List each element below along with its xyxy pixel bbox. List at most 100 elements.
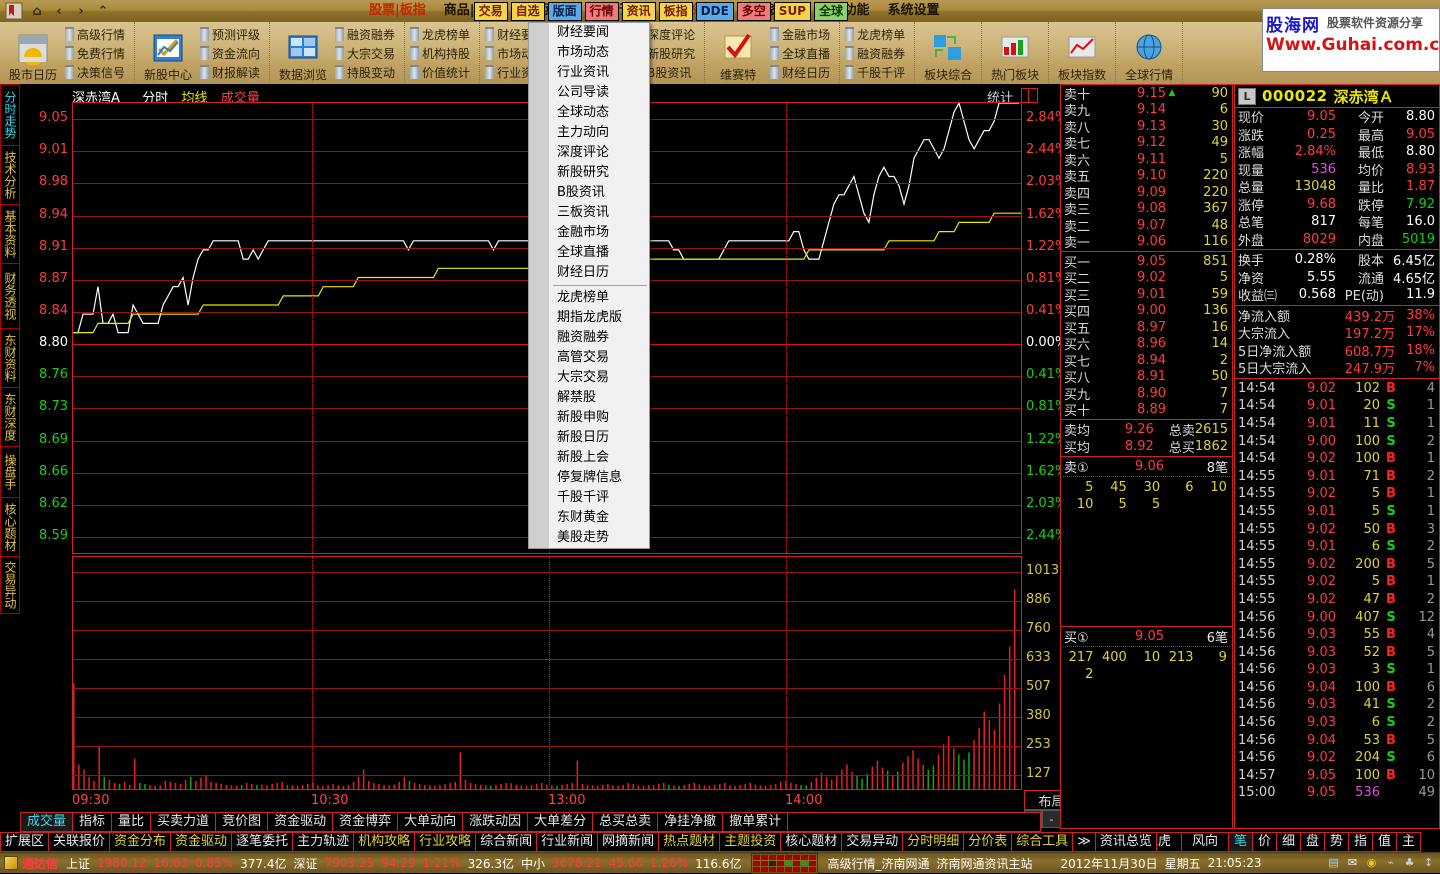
- feature-tab-16[interactable]: 分价表: [963, 832, 1013, 852]
- dropdown-item-1[interactable]: 市场动态: [529, 43, 649, 63]
- menu-item-stocks[interactable]: 股票|板指: [360, 0, 435, 22]
- market-heatmap-icon[interactable]: [751, 852, 819, 874]
- feature-tab-19[interactable]: 资讯总览: [1094, 832, 1157, 852]
- zoom-out-button[interactable]: -: [1042, 810, 1061, 828]
- feature-tab-11[interactable]: 热点题材: [658, 832, 721, 852]
- up-icon[interactable]: ⌃: [92, 1, 114, 21]
- ribbon-command-7-0[interactable]: 金融市场: [770, 25, 834, 44]
- feature-tab-13[interactable]: 核心题材: [780, 832, 843, 852]
- indicator-tab-11[interactable]: 净挂净撤: [657, 812, 724, 832]
- dropdown-item-2[interactable]: 行业资讯: [529, 63, 649, 83]
- sell-level-row[interactable]: 卖六 9.11 5: [1061, 151, 1232, 169]
- buy-level-row[interactable]: 买五 8.97 16: [1061, 319, 1232, 337]
- ribbon-command-7-1[interactable]: 全球直播: [770, 44, 834, 63]
- tick-row[interactable]: 14:55 9.02 50 B 3: [1235, 520, 1439, 538]
- dropdown-item-15[interactable]: 融资融券: [529, 328, 649, 348]
- quick-button-5[interactable]: 板指: [658, 2, 693, 21]
- quick-button-4[interactable]: 资讯: [621, 2, 656, 21]
- tick-row[interactable]: 14:54 9.01 11 S 1: [1235, 415, 1439, 433]
- right-mini-tab-6[interactable]: 值: [1372, 832, 1397, 852]
- dropdown-item-7[interactable]: 新股研究: [529, 163, 649, 183]
- ribbon-command-1-2[interactable]: 财报解读: [200, 63, 264, 82]
- indicator-tab-9[interactable]: 大单差分: [527, 812, 594, 832]
- indicator-tab-6[interactable]: 资金博弈: [332, 812, 399, 832]
- dropdown-item-23[interactable]: 千股千评: [529, 488, 649, 508]
- message-icon[interactable]: ▤: [1326, 855, 1341, 869]
- right-tab-3[interactable]: 风向: [1181, 832, 1229, 852]
- tick-row[interactable]: 14:55 9.02 5 B 1: [1235, 485, 1439, 503]
- sidebar-tab-3[interactable]: 财务透视: [0, 263, 20, 329]
- sidebar-tab-6[interactable]: 操盘手: [0, 446, 20, 498]
- tick-row[interactable]: 14:56 9.03 52 B 5: [1235, 643, 1439, 661]
- sell-level-row[interactable]: 卖五 9.10 220: [1061, 168, 1232, 185]
- right-mini-tab-0[interactable]: 笔: [1228, 832, 1253, 852]
- right-mini-tab-3[interactable]: 盘: [1300, 832, 1325, 852]
- ribbon-command-2-1[interactable]: 大宗交易: [335, 44, 399, 63]
- dropdown-item-13[interactable]: 龙虎榜单: [529, 288, 649, 308]
- tick-row[interactable]: 14:56 9.03 3 S 1: [1235, 661, 1439, 679]
- quick-button-7[interactable]: 多空: [736, 2, 771, 21]
- tick-row[interactable]: 14:54 9.02 102 B 4: [1235, 380, 1439, 398]
- tick-row[interactable]: 14:57 9.05 100 B 10: [1235, 767, 1439, 785]
- feature-tab-18[interactable]: ≫: [1072, 832, 1096, 852]
- arrow-icon[interactable]: ↕: [1421, 855, 1436, 869]
- dropdown-item-3[interactable]: 公司导读: [529, 83, 649, 103]
- tick-row[interactable]: 14:55 9.01 5 S 1: [1235, 503, 1439, 521]
- quick-button-3[interactable]: 行情: [584, 2, 619, 21]
- tick-row[interactable]: 14:54 9.00 100 S 2: [1235, 432, 1439, 450]
- feature-tab-8[interactable]: 综合新闻: [475, 832, 538, 852]
- tick-row[interactable]: 15:00 9.05 536 49: [1235, 784, 1439, 802]
- right-mini-tab-5[interactable]: 指: [1348, 832, 1373, 852]
- mail-icon[interactable]: ✉: [1345, 855, 1360, 869]
- feature-tab-17[interactable]: 综合工具: [1011, 832, 1074, 852]
- tick-row[interactable]: 14:56 9.04 53 B 5: [1235, 731, 1439, 749]
- quick-button-1[interactable]: 自选: [510, 2, 545, 21]
- ribbon-command-2-2[interactable]: 持股变动: [335, 63, 399, 82]
- home-icon[interactable]: ⌂: [26, 1, 48, 21]
- ribbon-command-3-1[interactable]: 机构持股: [410, 44, 474, 63]
- ribbon-command-1-1[interactable]: 资金流向: [200, 44, 264, 63]
- tick-list[interactable]: 14:54 9.02 102 B 4 14:54 9.01 20 S 1 14:54 9.01 11 S 1…: [1235, 380, 1439, 802]
- feature-tab-5[interactable]: 主力轨迹: [292, 832, 355, 852]
- indicator-tab-3[interactable]: 买卖力道: [150, 812, 217, 832]
- sidebar-tab-7[interactable]: 核心题材: [0, 497, 20, 557]
- quick-button-8[interactable]: SUP: [773, 2, 811, 21]
- sell-level-row[interactable]: 卖三 9.08 367: [1061, 201, 1232, 218]
- buy-level-row[interactable]: 买二 9.02 5: [1061, 270, 1232, 287]
- dropdown-item-25[interactable]: 美股走势: [529, 528, 649, 548]
- feature-tab-2[interactable]: 资金分布: [109, 832, 172, 852]
- dropdown-item-10[interactable]: 金融市场: [529, 223, 649, 243]
- dropdown-item-9[interactable]: 三板资讯: [529, 203, 649, 223]
- dropdown-item-22[interactable]: 停复牌信息: [529, 468, 649, 488]
- ribbon-command-2-0[interactable]: 融资融券: [335, 25, 399, 44]
- tick-row[interactable]: 14:55 9.01 6 S 2: [1235, 538, 1439, 556]
- sell-level-row[interactable]: 卖九 9.14 6: [1061, 102, 1232, 119]
- buy-level-row[interactable]: 买四 9.00 136: [1061, 303, 1232, 320]
- forward-icon[interactable]: ›: [70, 1, 92, 21]
- menu-item-system-settings[interactable]: 系统设置: [879, 0, 949, 22]
- quick-button-2[interactable]: 版面: [547, 2, 582, 21]
- buy-level-row[interactable]: 买九 8.90 7: [1061, 385, 1232, 403]
- dropdown-item-24[interactable]: 东财黄金: [529, 508, 649, 528]
- ribbon-big-button-0[interactable]: 股市日历: [3, 23, 63, 83]
- sell-level-row[interactable]: 卖四 9.09 220: [1061, 184, 1232, 202]
- sidebar-tab-1[interactable]: 技术分析: [0, 145, 20, 205]
- indicator-tab-7[interactable]: 大单动向: [397, 812, 464, 832]
- dropdown-item-11[interactable]: 全球直播: [529, 243, 649, 263]
- ribbon-command-8-2[interactable]: 千股千评: [845, 63, 909, 82]
- indicator-tab-8[interactable]: 涨跌动因: [462, 812, 529, 832]
- ribbon-command-3-0[interactable]: 龙虎榜单: [410, 25, 474, 44]
- indicator-tab-10[interactable]: 总买总卖: [592, 812, 659, 832]
- quick-button-6[interactable]: DDE: [695, 2, 734, 21]
- dropdown-item-6[interactable]: 深度评论: [529, 143, 649, 163]
- feature-tab-6[interactable]: 机构攻略: [353, 832, 416, 852]
- coin-icon[interactable]: ◉: [1364, 855, 1379, 869]
- tick-row[interactable]: 14:56 9.00 407 S 12: [1235, 608, 1439, 626]
- feature-tab-3[interactable]: 资金驱动: [170, 832, 233, 852]
- quick-button-9[interactable]: 全球: [813, 2, 848, 21]
- feature-tab-4[interactable]: 逐笔委托: [231, 832, 294, 852]
- sell-level-row[interactable]: 卖八 9.13 30: [1061, 118, 1232, 136]
- ribbon-big-button-2[interactable]: 数据浏览: [273, 23, 333, 83]
- ribbon-command-8-0[interactable]: 龙虎榜单: [845, 25, 909, 44]
- dropdown-item-21[interactable]: 新股上会: [529, 448, 649, 468]
